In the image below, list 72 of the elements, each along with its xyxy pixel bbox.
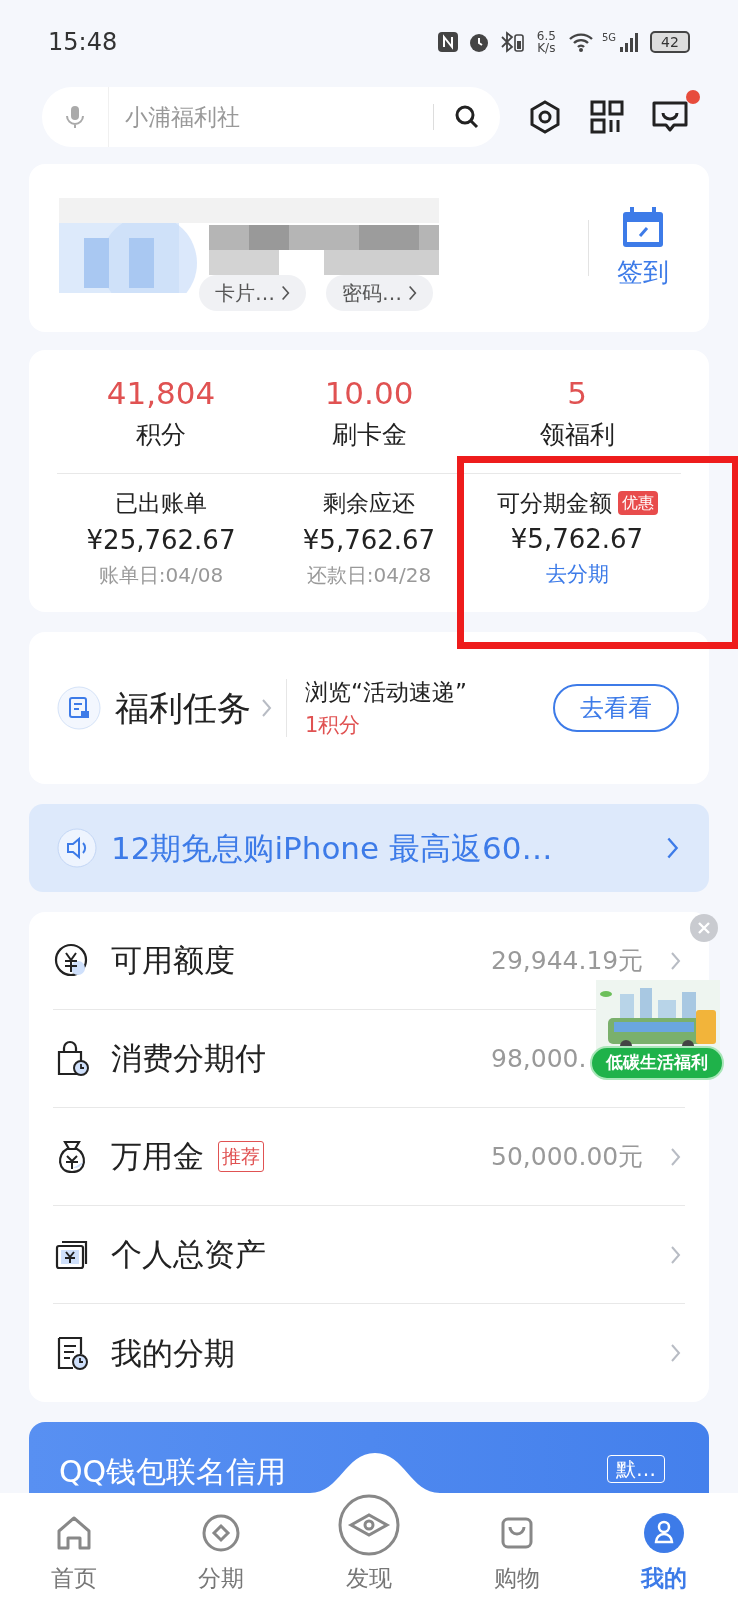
chevron-icon	[408, 284, 417, 302]
menu-label: 万用金	[111, 1137, 204, 1177]
menu-label: 个人总资产	[111, 1235, 266, 1275]
eye-icon	[337, 1493, 401, 1557]
installment-link[interactable]: 去分期	[545, 559, 609, 591]
stat-value[interactable]: 5	[567, 369, 587, 416]
default-tag: 默…	[607, 1455, 665, 1483]
qr-code-icon[interactable]	[590, 100, 624, 134]
credit-card-banner[interactable]: QQ钱包联名信用 默…	[29, 1422, 709, 1493]
chevron-icon	[261, 697, 272, 719]
search-placeholder: 小浦福利社	[125, 102, 241, 132]
bill-amount: ¥25,762.67	[86, 523, 236, 557]
discount-tag: 优惠	[617, 490, 658, 515]
menu-value: 98,000.	[491, 1042, 587, 1075]
diamond-circle-icon	[201, 1513, 242, 1553]
bill-title: 剩余应还	[323, 489, 415, 519]
wifi-icon	[567, 31, 594, 53]
microphone-icon	[66, 104, 84, 130]
profile-chip[interactable]: 密码…	[326, 275, 433, 311]
network-speed: 6.5	[536, 30, 556, 42]
gift-document-icon	[57, 686, 101, 730]
nav-tab[interactable]: 首页	[0, 1493, 148, 1600]
battery-indicator: 42	[650, 31, 690, 53]
notice-banner[interactable]: 12期免息购iPhone 最高返60…	[29, 804, 709, 892]
promo-label: 低碳生活福利	[590, 1046, 724, 1080]
nav-tab[interactable]: 我的	[590, 1493, 738, 1600]
bill-date: 还款日:04/28	[306, 561, 432, 589]
message-icon[interactable]	[652, 100, 688, 134]
menu-label: 我的分期	[111, 1333, 235, 1373]
stat-value[interactable]: 10.00	[324, 369, 414, 416]
bill-amount: ¥5,762.67	[510, 523, 644, 556]
check-in-button[interactable]: 签到	[617, 204, 669, 292]
bill-amount: ¥5,762.67	[302, 523, 436, 557]
task-description: 浏览“活动速递”	[305, 678, 468, 707]
floating-ad-popup[interactable]: 低碳生活福利	[590, 980, 724, 1082]
bluetooth-icon	[498, 31, 525, 53]
signal-icon	[618, 31, 640, 53]
menu-label: 消费分期付	[111, 1039, 266, 1079]
settings-icon[interactable]	[528, 100, 562, 134]
menu-value: 50,000.00元	[491, 1140, 644, 1173]
nav-tab[interactable]: 发现	[295, 1493, 443, 1600]
stat-value[interactable]: 41,804	[106, 369, 216, 416]
task-title[interactable]: 福利任务	[115, 682, 272, 734]
nfc-icon	[436, 31, 459, 53]
menu-value: 29,944.19元	[491, 944, 644, 977]
stat-label: 领福利	[539, 419, 615, 451]
search-field[interactable]: 小浦福利社	[42, 87, 500, 147]
view-button[interactable]: 去看看	[553, 684, 679, 732]
task-reward: 1积分	[305, 711, 362, 739]
bill-date: 账单日:04/08	[98, 561, 224, 589]
recommend-tag: 推荐	[218, 1141, 264, 1172]
nav-tab[interactable]: 购物	[442, 1493, 591, 1600]
stat-label: 刷卡金	[331, 419, 407, 451]
status-time: 15:48	[48, 27, 118, 58]
network-type: 5G	[601, 31, 616, 45]
bill-title: 可分期金额	[496, 488, 612, 518]
profile-chip[interactable]: 卡片…	[199, 275, 306, 311]
nav-tab[interactable]: 分期	[147, 1493, 296, 1600]
person-icon	[644, 1513, 685, 1553]
chevron-icon	[670, 1342, 681, 1364]
close-icon	[698, 922, 710, 934]
network-speed-unit: K/s	[537, 42, 556, 54]
menu-label: 可用额度	[111, 941, 235, 981]
search-icon[interactable]	[454, 104, 480, 130]
notice-text: 12期免息购iPhone 最高返60…	[111, 828, 554, 868]
card-title: QQ钱包联名信用	[59, 1453, 288, 1491]
chevron-icon	[281, 284, 290, 302]
bill-title: 已出账单	[115, 489, 207, 519]
chevron-icon	[666, 835, 679, 861]
stat-label: 积分	[136, 419, 186, 451]
calendar-icon	[621, 204, 665, 249]
speaker-icon	[57, 828, 97, 868]
